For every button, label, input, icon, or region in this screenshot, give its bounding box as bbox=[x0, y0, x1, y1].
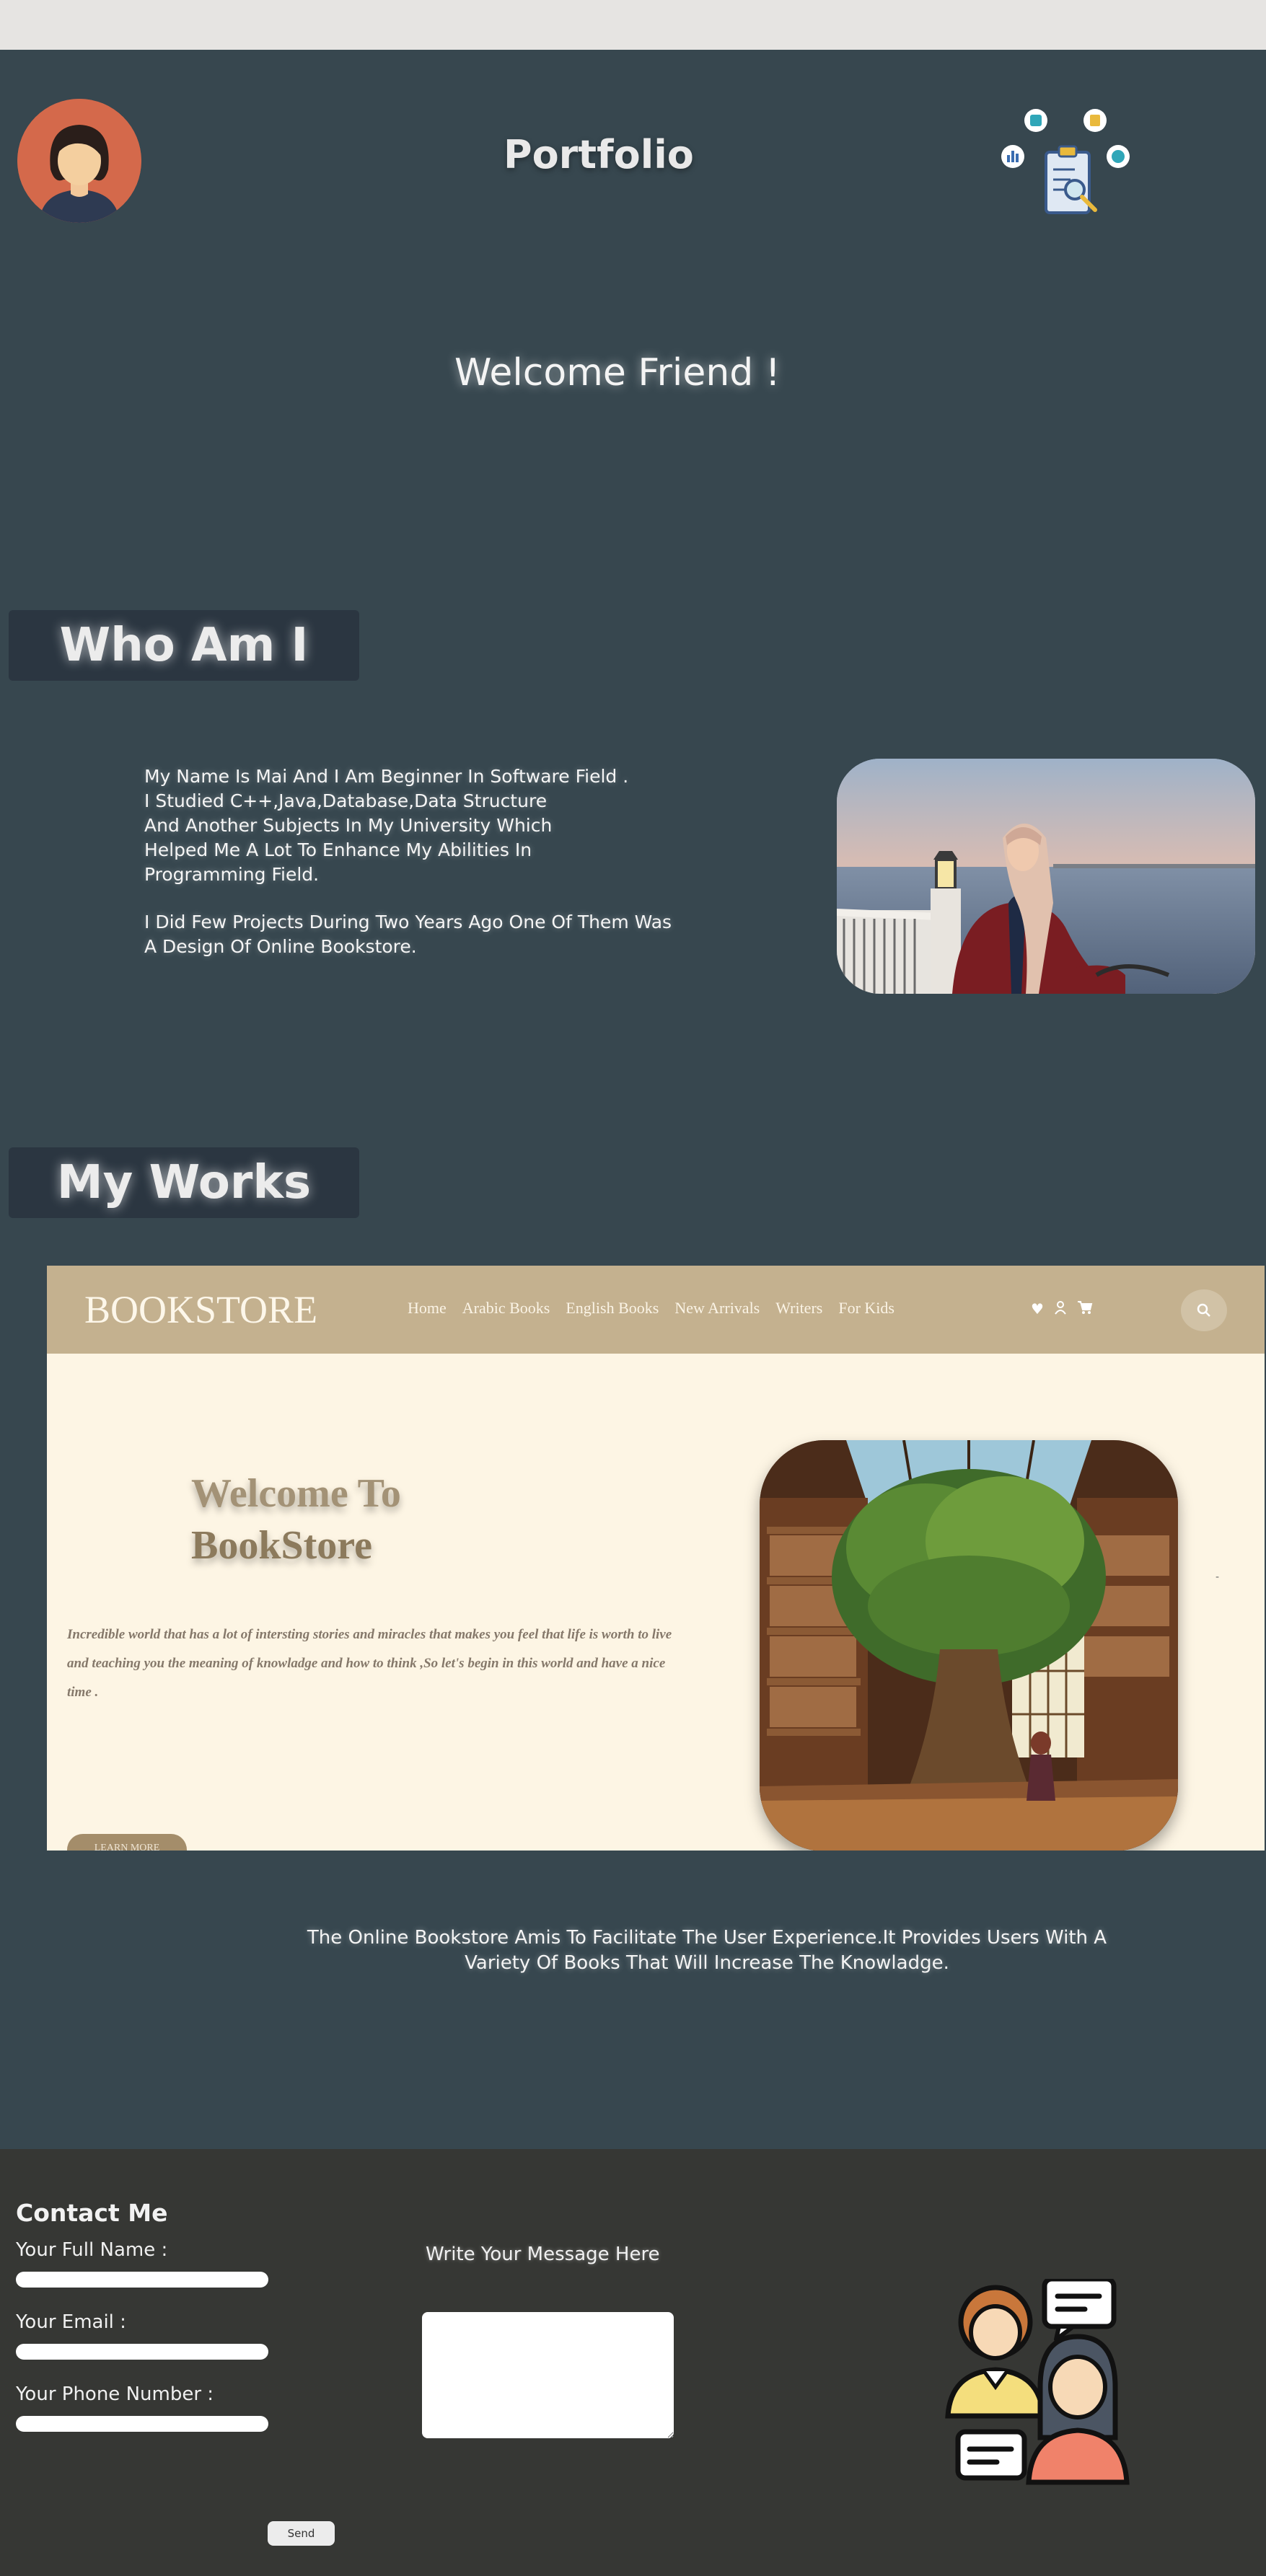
report-analysis-icon bbox=[995, 105, 1140, 220]
profile-photo bbox=[837, 759, 1255, 994]
my-works-heading: My Works bbox=[9, 1147, 359, 1218]
bookstore-preview[interactable]: BOOKSTORE Home Arabic Books English Book… bbox=[47, 1266, 1265, 1851]
welcome-heading: Welcome Friend ! bbox=[454, 351, 781, 394]
bookstore-description: Incredible world that has a lot of inter… bbox=[67, 1627, 672, 1700]
bookstore-slider-dot: - bbox=[1216, 1571, 1220, 1583]
about-paragraph-1: My Name Is Mai And I Am Beginner In Soft… bbox=[144, 766, 629, 885]
people-chat-icon bbox=[936, 2276, 1153, 2488]
bookstore-welcome-title: Welcome To BookStore bbox=[191, 1468, 552, 1571]
message-label: Write Your Message Here bbox=[426, 2244, 660, 2265]
contact-title: Contact Me bbox=[16, 2199, 168, 2227]
phone-input[interactable] bbox=[16, 2416, 268, 2432]
email-label: Your Email : bbox=[16, 2311, 126, 2333]
search-icon[interactable] bbox=[1181, 1289, 1227, 1331]
bookstore-nav-links: Home Arabic Books English Books New Arri… bbox=[408, 1299, 894, 1318]
nav-for-kids[interactable]: For Kids bbox=[838, 1299, 894, 1318]
about-paragraph-2: I Did Few Projects During Two Years Ago … bbox=[144, 912, 672, 957]
nav-arabic-books[interactable]: Arabic Books bbox=[462, 1299, 550, 1318]
avatar bbox=[17, 99, 141, 223]
bookstore-title-line-1: Welcome To bbox=[191, 1471, 401, 1516]
full-name-label: Your Full Name : bbox=[16, 2239, 168, 2261]
avatar-illustration-icon bbox=[17, 99, 141, 223]
email-input[interactable] bbox=[16, 2344, 268, 2360]
heart-icon[interactable]: ♥ bbox=[1031, 1300, 1044, 1318]
bookstore-icons: ♥ bbox=[1031, 1300, 1093, 1318]
works-description: The Online Bookstore Amis To Facilitate … bbox=[307, 1927, 1107, 1974]
nav-home[interactable]: Home bbox=[408, 1299, 447, 1318]
contact-section: Contact Me Your Full Name : Your Email :… bbox=[0, 2149, 1266, 2576]
bookstore-title-line-2: BookStore bbox=[191, 1523, 372, 1568]
send-button[interactable]: Send bbox=[268, 2521, 335, 2546]
full-name-input[interactable] bbox=[16, 2272, 268, 2288]
about-text: My Name Is Mai And I Am Beginner In Soft… bbox=[144, 764, 693, 982]
learn-more-button[interactable]: LEARN MORE bbox=[67, 1834, 187, 1851]
nav-english-books[interactable]: English Books bbox=[566, 1299, 659, 1318]
message-textarea[interactable] bbox=[422, 2312, 674, 2438]
bookstore-logo[interactable]: BOOKSTORE bbox=[84, 1287, 317, 1332]
bookstore-navbar: BOOKSTORE Home Arabic Books English Book… bbox=[47, 1266, 1265, 1354]
phone-label: Your Phone Number : bbox=[16, 2383, 214, 2405]
nav-new-arrivals[interactable]: New Arrivals bbox=[674, 1299, 760, 1318]
who-am-i-heading: Who Am I bbox=[9, 610, 359, 681]
library-tree-image bbox=[760, 1440, 1178, 1851]
page-title: Portfolio bbox=[504, 132, 694, 177]
cart-icon[interactable] bbox=[1077, 1300, 1093, 1318]
nav-writers[interactable]: Writers bbox=[775, 1299, 822, 1318]
browser-top-bar bbox=[0, 0, 1266, 50]
user-icon[interactable] bbox=[1054, 1300, 1067, 1318]
